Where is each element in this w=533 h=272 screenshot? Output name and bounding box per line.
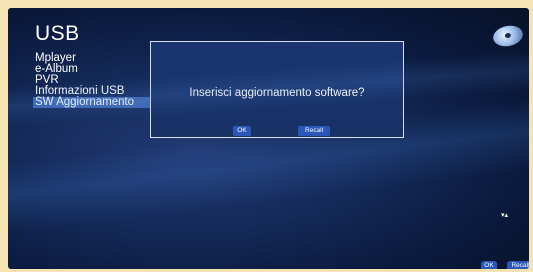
scroll-indicator-icon: ▾▴: [501, 212, 509, 219]
menu-item-pvr[interactable]: PVR: [33, 74, 163, 86]
update-dialog: Inserisci aggiornamento software? OK Rec…: [150, 41, 404, 138]
tv-screen: USB Mplayer e-Album PVR Informazioni USB…: [8, 8, 529, 269]
menu-item-informazioni-usb[interactable]: Informazioni USB: [33, 85, 163, 97]
footer-ok-button[interactable]: OK: [481, 261, 497, 269]
disc-hole: [504, 32, 512, 39]
screen-title: USB: [35, 22, 80, 45]
dialog-message: Inserisci aggiornamento software?: [189, 87, 365, 99]
menu-item-sw-aggiornamento[interactable]: SW Aggiornamento: [33, 96, 163, 108]
footer-recall-button[interactable]: Recall: [507, 261, 529, 269]
dialog-ok-button[interactable]: OK: [233, 126, 251, 136]
disc-icon: [491, 23, 525, 49]
dialog-recall-button[interactable]: Recall: [298, 126, 330, 136]
usb-menu: Mplayer e-Album PVR Informazioni USB SW …: [33, 52, 163, 108]
